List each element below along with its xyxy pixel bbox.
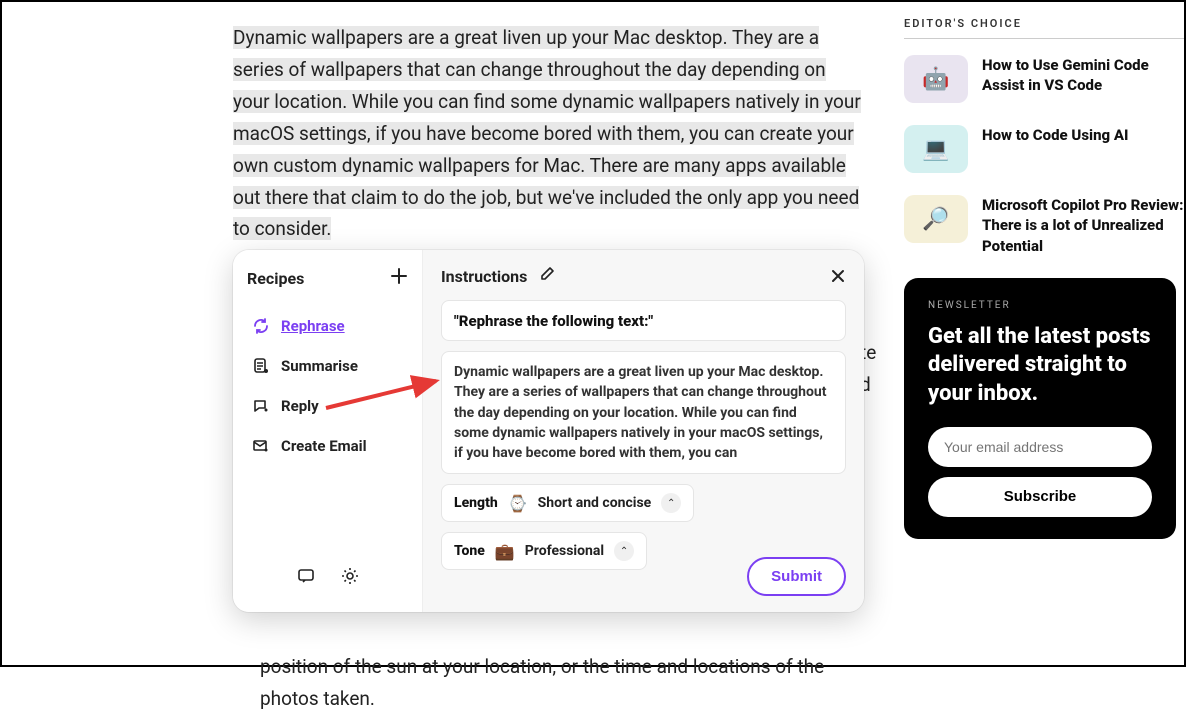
popup-main: Instructions "Rephrase the following tex… — [423, 250, 864, 612]
context-field[interactable]: Dynamic wallpapers are a great liven up … — [441, 351, 846, 474]
sidebar: EDITOR'S CHOICE 🤖 How to Use Gemini Code… — [904, 17, 1184, 539]
option-value: Professional — [525, 543, 604, 559]
recipe-item-create-email[interactable]: Create Email — [247, 426, 408, 466]
choice-title: How to Code Using AI — [982, 125, 1128, 145]
option-key: Tone — [454, 543, 485, 559]
submit-button[interactable]: Submit — [747, 557, 846, 596]
email-icon — [251, 436, 271, 456]
add-recipe-button[interactable] — [390, 266, 408, 290]
edit-icon[interactable] — [539, 266, 555, 286]
length-option[interactable]: Length ⌚ Short and concise ⌃ — [441, 484, 694, 522]
close-button[interactable] — [830, 268, 846, 288]
editors-choice-item[interactable]: 🔎 Microsoft Copilot Pro Review: There is… — [904, 195, 1184, 256]
recipe-item-reply[interactable]: Reply — [247, 386, 408, 426]
rephrase-popup: Recipes Rephrase Summarise Reply — [233, 250, 864, 612]
recipe-label: Reply — [281, 397, 319, 415]
editors-choice-item[interactable]: 💻 How to Code Using AI — [904, 125, 1184, 173]
popup-sidebar: Recipes Rephrase Summarise Reply — [233, 250, 423, 612]
email-field[interactable] — [928, 427, 1152, 467]
selected-text: Dynamic wallpapers are a great liven up … — [233, 26, 861, 240]
choice-title: Microsoft Copilot Pro Review: There is a… — [982, 195, 1184, 256]
newsletter-label: NEWSLETTER — [928, 300, 1152, 311]
recipe-item-rephrase[interactable]: Rephrase — [247, 306, 408, 346]
option-key: Length — [454, 495, 498, 511]
editors-choice-item[interactable]: 🤖 How to Use Gemini Code Assist in VS Co… — [904, 55, 1184, 103]
briefcase-icon: 💼 — [495, 542, 515, 561]
watch-icon: ⌚ — [508, 494, 528, 513]
thumbnail: 🔎 — [904, 195, 968, 243]
chevron-up-icon: ⌃ — [614, 541, 634, 561]
newsletter-heading: Get all the latest posts delivered strai… — [928, 323, 1152, 409]
context-text: Dynamic wallpapers are a great liven up … — [454, 362, 833, 463]
recipe-item-summarise[interactable]: Summarise — [247, 346, 408, 386]
thumbnail: 🤖 — [904, 55, 968, 103]
recipe-label: Summarise — [281, 357, 358, 375]
instructions-title: Instructions — [441, 267, 527, 286]
recipe-label: Rephrase — [281, 317, 345, 335]
tone-option[interactable]: Tone 💼 Professional ⌃ — [441, 532, 647, 570]
recipes-header: Recipes — [247, 266, 408, 290]
rephrase-icon — [251, 316, 271, 336]
instructions-header: Instructions — [441, 266, 846, 286]
prompt-label: "Rephrase the following text:" — [454, 312, 653, 330]
subscribe-button[interactable]: Subscribe — [928, 477, 1152, 517]
settings-icon[interactable] — [340, 566, 360, 590]
recipe-label: Create Email — [281, 437, 367, 455]
recipes-title: Recipes — [247, 269, 304, 288]
editors-choice-heading: EDITOR'S CHOICE — [904, 17, 1184, 30]
choice-title: How to Use Gemini Code Assist in VS Code — [982, 55, 1184, 96]
plus-icon — [390, 267, 408, 285]
thumbnail: 💻 — [904, 125, 968, 173]
chevron-up-icon: ⌃ — [661, 493, 681, 513]
newsletter-card: NEWSLETTER Get all the latest posts deli… — [904, 278, 1176, 539]
divider — [904, 38, 1184, 39]
prompt-field[interactable]: "Rephrase the following text:" — [441, 300, 846, 341]
chat-icon[interactable] — [296, 566, 316, 590]
article-paragraph: Dynamic wallpapers are a great liven up … — [233, 22, 863, 245]
reply-icon — [251, 396, 271, 416]
option-value: Short and concise — [538, 495, 652, 511]
summarise-icon — [251, 356, 271, 376]
close-icon — [830, 268, 846, 284]
popup-footer — [247, 566, 408, 596]
